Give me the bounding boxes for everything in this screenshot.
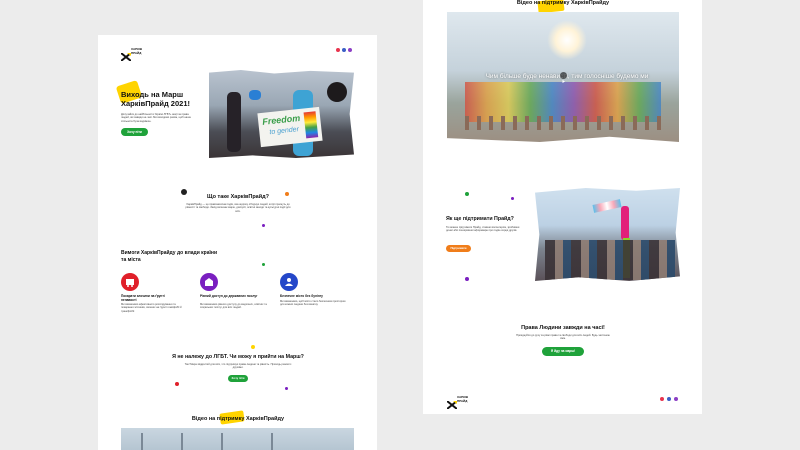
- about-text: ХарківПрайд — це правозахисна подія, яка…: [185, 203, 291, 213]
- landing-page-top: ХАРКІВ ПРАЙД Виходь на Марш ХарківПрайд …: [98, 35, 377, 450]
- hero-photo-figure-hair: [249, 90, 261, 100]
- telegram-icon[interactable]: [674, 397, 678, 401]
- hero-title: Виходь на Марш ХарківПрайд 2021!: [121, 90, 190, 108]
- video-title: Відео на підтримку ХарківПрайду: [191, 416, 285, 422]
- decorative-dot: [175, 382, 179, 386]
- logo-icon[interactable]: [446, 396, 458, 410]
- facebook-icon[interactable]: [667, 397, 671, 401]
- support-text: Ти можеш підтримати Прайд, ставши волонт…: [446, 226, 520, 233]
- play-icon[interactable]: [560, 72, 567, 83]
- window-frame: [221, 433, 223, 450]
- decorative-dot: [262, 224, 265, 227]
- video-preview[interactable]: [121, 428, 354, 450]
- hero-banner-text: to gender: [269, 126, 300, 137]
- instagram-icon[interactable]: [336, 48, 340, 52]
- hero-banner: Freedom to gender: [257, 106, 323, 148]
- window-frame: [271, 433, 273, 450]
- hero-photo-figure: [227, 92, 241, 152]
- bus-icon: [121, 273, 139, 291]
- hero-photo: Freedom to gender: [209, 70, 354, 158]
- decorative-dot: [285, 387, 288, 390]
- decorative-dot: [262, 263, 265, 266]
- support-photo-crowd: [545, 240, 675, 280]
- landing-page-bottom: Відео на підтримку ХарківПрайду Чим біль…: [423, 0, 702, 414]
- logo-text: ХАРКІВ ПРАЙД: [131, 47, 142, 55]
- decorative-dot: [511, 197, 514, 200]
- demand-text: Ми вимагаємо рівного доступу до медичних…: [200, 303, 267, 310]
- hero-photo-figure: [327, 82, 347, 102]
- person-icon: [280, 273, 298, 291]
- demand-text: Ми вимагаємо ефективного розслідування т…: [121, 303, 182, 313]
- facebook-icon[interactable]: [342, 48, 346, 52]
- demand-text: Ми вимагаємо, щоб місто стало безпечним …: [280, 300, 346, 307]
- logo-text: ХАРКІВ ПРАЙД: [457, 395, 468, 403]
- support-photo-figure: [621, 206, 629, 240]
- video-caption: Чим більше буде ненависті, тим голосніше…: [485, 73, 649, 80]
- support-title: Як ще підтримати Прайд?: [446, 216, 514, 222]
- video-title: Відео на підтримку ХарківПрайду: [516, 0, 610, 6]
- trans-flag: [592, 199, 622, 213]
- faq-cta-button[interactable]: Хочу піти: [228, 375, 248, 382]
- logo-icon[interactable]: [120, 48, 132, 62]
- hero-banner-text: Freedom: [261, 112, 301, 127]
- demands-title: Вимоги ХарківПрайду до влади країни та м…: [121, 250, 218, 263]
- video-player[interactable]: Чим більше буде ненависті, тим голосніше…: [447, 12, 679, 142]
- rights-cta-button[interactable]: Я йду на марш!: [542, 347, 584, 356]
- school-icon: [200, 273, 218, 291]
- decorative-dot: [465, 192, 469, 196]
- hero-cta-button[interactable]: Хочу піти: [121, 128, 148, 136]
- window-frame: [181, 433, 183, 450]
- hero-text: Долучайся до найбільшої в Україні ЛГБТ+ …: [121, 113, 191, 123]
- hero-banner-rainbow: [303, 111, 319, 139]
- decorative-dot: [251, 345, 255, 349]
- window-frame: [141, 433, 143, 450]
- faq-title: Я не належу до ЛГБТ. Чи можу я прийти на…: [172, 354, 304, 360]
- support-photo: [535, 188, 680, 281]
- demand-title: Покарати злочини на ґрунті ненависті: [121, 294, 165, 302]
- about-title: Що таке ХарківПрайд?: [207, 194, 269, 200]
- sunlight-glow: [547, 20, 587, 60]
- rights-text: Приєднуйся до руху за рівні права та сво…: [516, 334, 610, 341]
- decorative-dot: [465, 277, 469, 281]
- telegram-icon[interactable]: [348, 48, 352, 52]
- demand-title: Рівний доступ до державних послуг: [200, 294, 258, 298]
- rights-title: Права Людини завжди на часі!: [521, 325, 605, 331]
- people-legs: [465, 116, 661, 130]
- instagram-icon[interactable]: [660, 397, 664, 401]
- demand-title: Безпечне місто без булінгу: [280, 294, 323, 298]
- support-cta-button[interactable]: Підтримати: [446, 245, 471, 252]
- faq-text: Так! Марш відкритий для всіх, хто підтри…: [184, 363, 292, 370]
